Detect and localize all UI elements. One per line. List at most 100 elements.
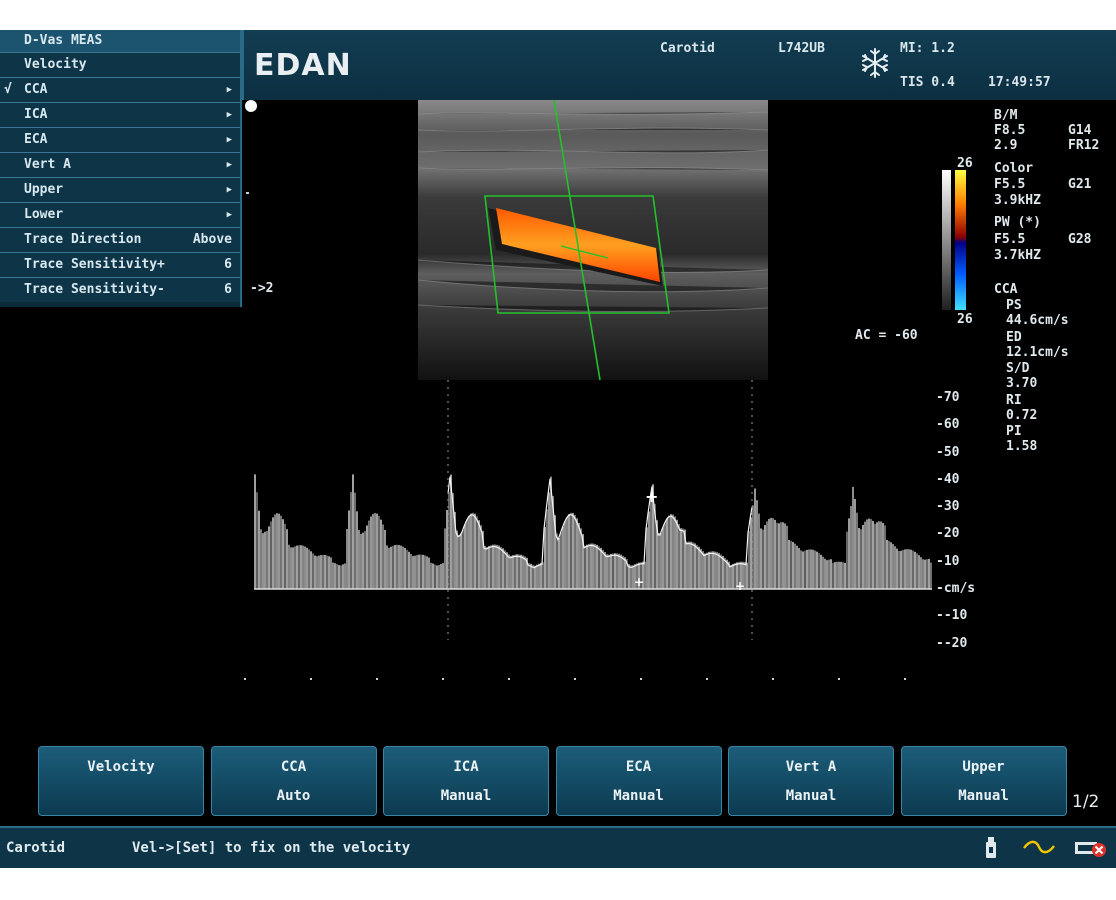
bmode-color-image	[418, 100, 768, 380]
softkey-page-indicator[interactable]: 1/2	[1072, 792, 1099, 812]
submenu-arrow-icon: ▶	[226, 160, 232, 170]
color-gain: G21	[1068, 177, 1092, 192]
softkey-cca[interactable]: CCA Auto	[210, 746, 377, 816]
menu-item-trace-sensitivity[interactable]: Trace Sensitivity+ 6	[0, 252, 240, 277]
menu-item-label: Lower	[24, 207, 64, 222]
velocity-tick-label: -cm/s	[936, 581, 976, 596]
ultrasound-screen: EDAN Carotid L742UB MI: 1.2 TIS 0.4 17:4…	[0, 30, 1116, 868]
menu-item-value: 6	[224, 282, 232, 297]
pi-value: 1.58	[1006, 439, 1038, 454]
softkey-velocity[interactable]: Velocity	[38, 746, 204, 816]
softkey-mode: Manual	[958, 788, 1009, 804]
svg-text:+: +	[645, 487, 658, 506]
color-mode-label: Color	[994, 161, 1034, 176]
usb-storage-icon[interactable]	[984, 836, 998, 860]
ri-label: RI	[1006, 393, 1022, 408]
ed-label: ED	[1006, 330, 1022, 345]
menu-item-value: 6	[224, 257, 232, 272]
submenu-arrow-icon: ▶	[226, 85, 232, 95]
menu-item-label: ECA	[24, 132, 48, 147]
svg-text:+: +	[735, 579, 745, 593]
measurement-menu: D-Vas MEAS Velocity √ CCA ▶ ICA ▶ ECA ▶ Vert A ▶ U…	[0, 30, 242, 307]
spectral-doppler-display: + + +	[244, 380, 932, 680]
softkey-label: ECA	[625, 759, 652, 775]
color-scale-top: 26	[957, 156, 973, 171]
pw-prf: 3.7kHZ	[994, 248, 1041, 263]
bm-mode-label: B/M	[994, 108, 1018, 123]
softkey-mode: Manual	[785, 788, 837, 804]
mi-readout: MI: 1.2	[900, 41, 955, 56]
status-bar: Carotid Vel->[Set] to fix on the velocit…	[0, 826, 1116, 868]
velocity-tick-label: -70	[936, 389, 960, 405]
color-velocity-scale	[942, 170, 966, 310]
ps-cursor[interactable]: +	[645, 487, 658, 506]
menu-item-value: Above	[192, 232, 232, 247]
velocity-tick-label: -40	[936, 471, 960, 487]
pw-gain: G28	[1068, 232, 1092, 247]
bm-frame-rate: FR12	[1068, 138, 1100, 153]
velocity-tick-label: -30	[936, 499, 960, 515]
menu-item-cca[interactable]: √ CCA ▶	[0, 77, 240, 102]
menu-item-ica[interactable]: ICA ▶	[0, 102, 240, 127]
svg-text:+: +	[634, 575, 644, 589]
ed-cursor-1[interactable]: +	[634, 575, 644, 589]
softkey-upper[interactable]: Upper Manual	[900, 746, 1067, 816]
softkey-label: Vert A	[785, 759, 837, 775]
softkey-label: ICA	[453, 759, 479, 775]
snowflake-freeze-icon	[862, 48, 888, 78]
velocity-tick-label: -50	[936, 444, 960, 460]
menu-item-trace-direction[interactable]: Trace Direction Above	[0, 227, 240, 252]
velocity-tick-label: -60	[936, 417, 960, 433]
menu-item-label: Upper	[24, 182, 64, 197]
sd-value: 3.70	[1006, 376, 1038, 391]
bm-depth: 2.9	[994, 138, 1018, 153]
velocity-tick-label: --20	[936, 635, 968, 651]
velocity-tick-label: --10	[936, 608, 968, 624]
submenu-arrow-icon: ▶	[226, 210, 232, 220]
clock: 17:49:57	[988, 75, 1051, 90]
status-preset: Carotid	[6, 840, 66, 856]
depth-marker: ->2	[250, 281, 274, 296]
menu-item-velocity[interactable]: Velocity	[0, 52, 240, 77]
network-disconnected-icon[interactable]	[1074, 838, 1108, 858]
pw-frequency: F5.5	[994, 232, 1026, 247]
ed-cursor-2[interactable]: +	[735, 579, 745, 593]
menu-item-label: ICA	[24, 107, 48, 122]
submenu-arrow-icon: ▶	[226, 135, 232, 145]
depth-tick	[246, 192, 249, 194]
ps-label: PS	[1006, 298, 1022, 313]
pw-mode-label: PW (*)	[994, 215, 1041, 230]
bm-gain: G14	[1068, 123, 1092, 138]
sd-label: S/D	[1006, 361, 1030, 376]
probe-label: L742UB	[778, 41, 825, 56]
velocity-tick-label: -20	[936, 526, 960, 542]
softkey-mode: Auto	[276, 788, 311, 804]
status-hint: Vel->[Set] to fix on the velocity	[132, 840, 411, 856]
menu-item-upper[interactable]: Upper ▶	[0, 177, 240, 202]
ecg-wave-icon[interactable]	[1022, 840, 1056, 854]
menu-item-label: Velocity	[24, 57, 87, 72]
menu-item-lower[interactable]: Lower ▶	[0, 202, 240, 227]
menu-item-label: Vert A	[24, 157, 71, 172]
pi-label: PI	[1006, 424, 1022, 439]
submenu-arrow-icon: ▶	[226, 185, 232, 195]
submenu-arrow-icon: ▶	[226, 110, 232, 120]
menu-item-vert-a[interactable]: Vert A ▶	[0, 152, 240, 177]
menu-item-trace-sensitivity[interactable]: Trace Sensitivity- 6	[0, 277, 240, 302]
softkey-vert-a[interactable]: Vert A Manual	[728, 746, 894, 816]
tis-readout: TIS 0.4	[900, 75, 955, 90]
softkey-ica[interactable]: ICA Manual	[383, 746, 549, 816]
preset-label: Carotid	[660, 41, 715, 56]
softkey-eca[interactable]: ECA Manual	[555, 746, 722, 816]
ri-value: 0.72	[1006, 408, 1038, 423]
ps-value: 44.6cm/s	[1006, 313, 1069, 328]
softkey-label: Velocity	[87, 759, 155, 775]
menu-item-label: Trace Sensitivity+	[24, 257, 165, 272]
softkey-mode: Manual	[613, 788, 664, 804]
menu-item-eca[interactable]: ECA ▶	[0, 127, 240, 152]
color-frequency: F5.5	[994, 177, 1026, 192]
checkmark-icon: √	[4, 82, 12, 97]
bm-frequency: F8.5	[994, 123, 1026, 138]
color-prf: 3.9kHZ	[994, 193, 1041, 208]
softkey-mode: Manual	[440, 788, 492, 804]
